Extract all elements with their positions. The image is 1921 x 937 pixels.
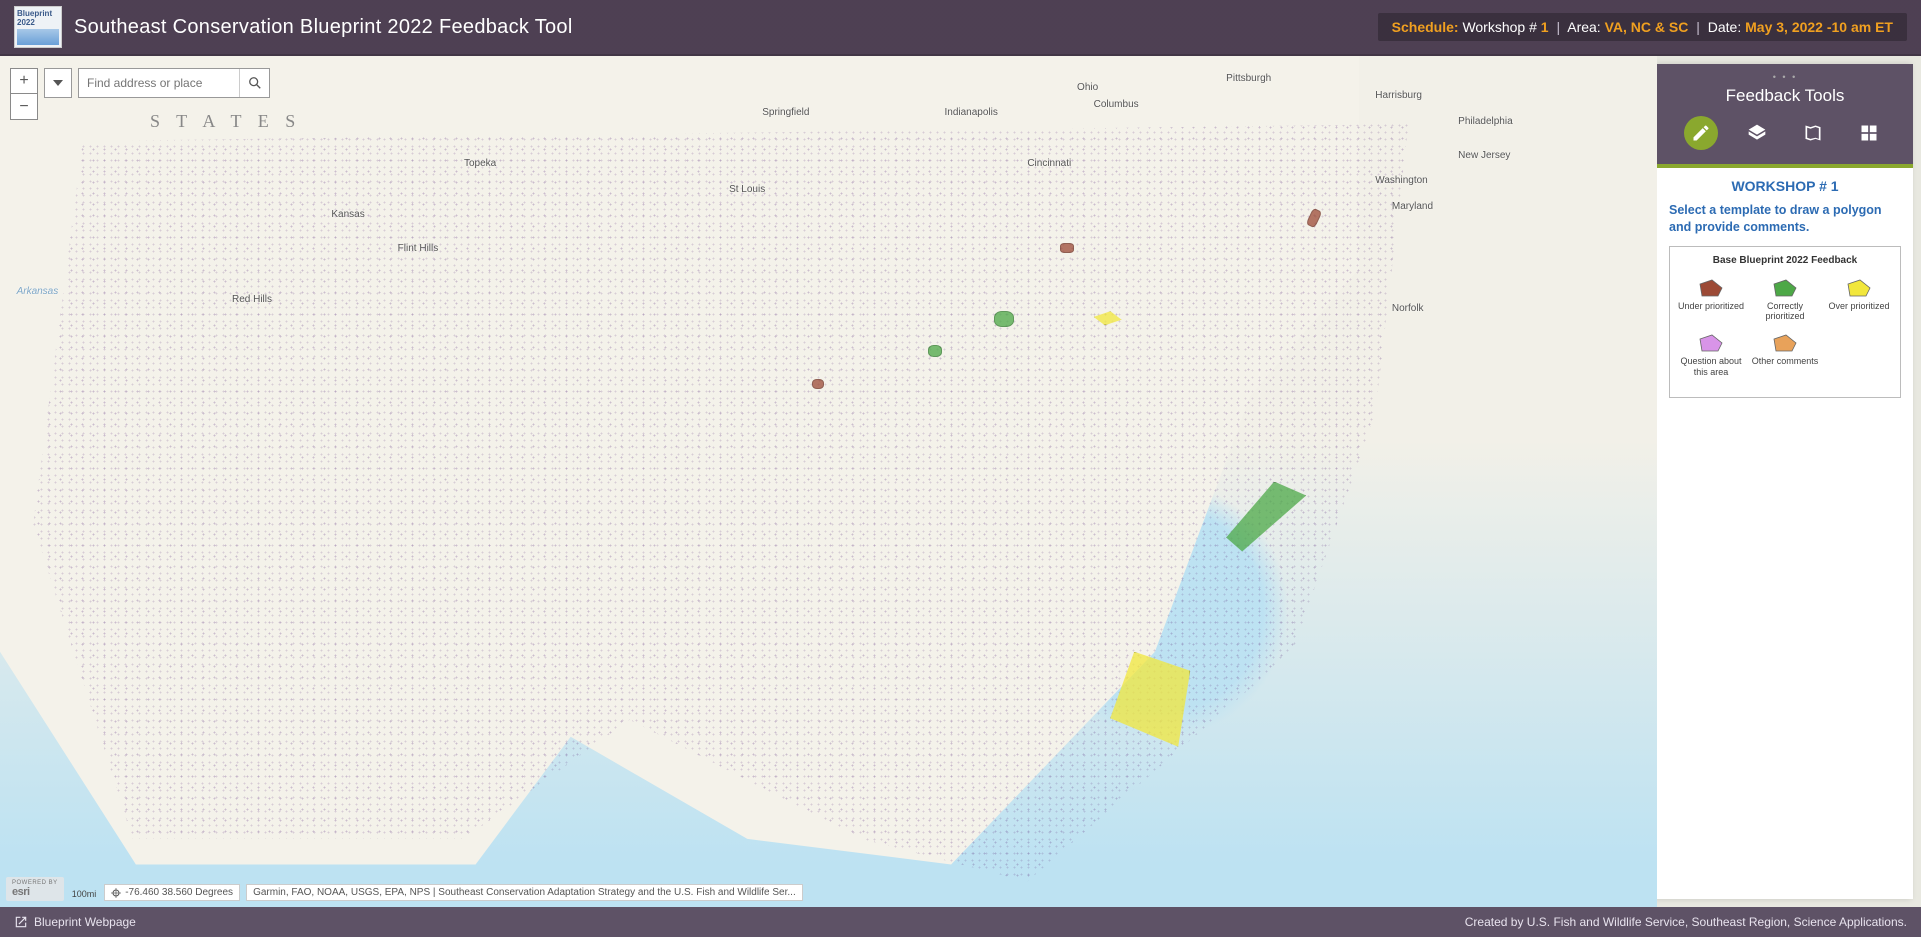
grid-tool-button[interactable] bbox=[1852, 116, 1886, 150]
template-label: Under prioritized bbox=[1678, 301, 1744, 311]
city-label: Columbus bbox=[1094, 99, 1139, 110]
date-label: Date: bbox=[1708, 19, 1741, 35]
map[interactable]: S T A T E S Springfield Indianapolis Ohi… bbox=[0, 56, 1657, 907]
city-label: Washington bbox=[1375, 175, 1427, 186]
panel-header: • • • Feedback Tools bbox=[1657, 64, 1913, 164]
logo-graphic bbox=[17, 29, 59, 45]
template-item[interactable]: Correctly prioritized bbox=[1748, 274, 1822, 330]
feedback-polygon-correctly-prioritized[interactable] bbox=[928, 345, 942, 357]
template-item[interactable]: Other comments bbox=[1748, 329, 1822, 385]
zoom-in-button[interactable]: + bbox=[10, 68, 38, 94]
search-button[interactable] bbox=[239, 69, 269, 97]
feedback-polygon-correctly-prioritized[interactable] bbox=[994, 311, 1014, 327]
city-label: Indianapolis bbox=[944, 107, 997, 118]
workshop-label: Workshop # bbox=[1462, 19, 1536, 35]
feedback-polygon-under-prioritized[interactable] bbox=[1060, 243, 1074, 253]
template-label: Over prioritized bbox=[1828, 301, 1889, 311]
scale-bar: 100mi bbox=[70, 887, 99, 901]
layers-tool-button[interactable] bbox=[1740, 116, 1774, 150]
footer-credit: Created by U.S. Fish and Wildlife Servic… bbox=[1465, 915, 1907, 929]
template-item[interactable]: Under prioritized bbox=[1674, 274, 1748, 330]
panel-body: WORKSHOP # 1 Select a template to draw a… bbox=[1657, 168, 1913, 899]
drag-handle-icon[interactable]: • • • bbox=[1663, 74, 1907, 80]
search-box bbox=[78, 68, 270, 98]
external-link-icon bbox=[14, 915, 28, 929]
search-input[interactable] bbox=[79, 69, 239, 97]
workshop-number: 1 bbox=[1541, 19, 1549, 35]
zoom-control: + − bbox=[10, 68, 38, 120]
feedback-polygon-under-prioritized[interactable] bbox=[812, 379, 824, 389]
city-label: Kansas bbox=[331, 209, 364, 220]
coordinate-text: -76.460 38.560 Degrees bbox=[125, 887, 233, 898]
polygon-icon bbox=[1846, 278, 1872, 298]
template-picker: Base Blueprint 2022 Feedback Under prior… bbox=[1669, 246, 1901, 398]
city-label: Philadelphia bbox=[1458, 116, 1513, 127]
esri-logo: POWERED BY esri bbox=[6, 877, 64, 901]
date-value: May 3, 2022 -10 am ET bbox=[1745, 19, 1893, 35]
template-label: Correctly prioritized bbox=[1751, 301, 1819, 322]
tool-row bbox=[1663, 116, 1907, 150]
template-grid: Under prioritized Correctly prioritized Ov… bbox=[1674, 274, 1896, 385]
polygon-icon bbox=[1772, 278, 1798, 298]
zoom-out-button[interactable]: − bbox=[10, 94, 38, 120]
map-icon bbox=[1803, 123, 1823, 143]
basemap-dropdown-button[interactable] bbox=[44, 68, 72, 98]
workshop-heading: WORKSHOP # 1 bbox=[1669, 178, 1901, 194]
blueprint-webpage-link[interactable]: Blueprint Webpage bbox=[14, 915, 136, 929]
separator: | bbox=[1556, 19, 1560, 35]
city-label: Flint Hills bbox=[398, 243, 439, 254]
layers-icon bbox=[1747, 123, 1767, 143]
city-label: Red Hills bbox=[232, 294, 272, 305]
city-label: Topeka bbox=[464, 158, 496, 169]
panel-instruction: Select a template to draw a polygon and … bbox=[1669, 202, 1901, 236]
template-label: Question about this area bbox=[1677, 356, 1745, 377]
main-area: S T A T E S Springfield Indianapolis Ohi… bbox=[0, 56, 1921, 907]
footer-link-label: Blueprint Webpage bbox=[34, 915, 136, 929]
area-value: VA, NC & SC bbox=[1605, 19, 1689, 35]
polygon-icon bbox=[1698, 333, 1724, 353]
map-controls: + − bbox=[10, 68, 270, 120]
chevron-down-icon bbox=[53, 80, 63, 86]
pencil-icon bbox=[1691, 123, 1711, 143]
target-icon bbox=[111, 888, 121, 898]
city-label: Springfield bbox=[762, 107, 809, 118]
esri-text: esri bbox=[12, 886, 30, 898]
city-label: Ohio bbox=[1077, 82, 1098, 93]
panel-title: Feedback Tools bbox=[1663, 86, 1907, 106]
city-label: Cincinnati bbox=[1027, 158, 1071, 169]
draw-tool-button[interactable] bbox=[1684, 116, 1718, 150]
polygon-icon bbox=[1772, 333, 1798, 353]
map-attribution-bar: POWERED BY esri 100mi -76.460 38.560 Deg… bbox=[6, 877, 803, 901]
city-label: New Jersey bbox=[1458, 150, 1510, 161]
polygon-icon bbox=[1698, 278, 1724, 298]
river-label: Arkansas bbox=[17, 286, 59, 297]
template-group-title: Base Blueprint 2022 Feedback bbox=[1674, 255, 1896, 266]
city-label: Norfolk bbox=[1392, 303, 1424, 314]
app-footer: Blueprint Webpage Created by U.S. Fish a… bbox=[0, 907, 1921, 937]
template-item[interactable]: Over prioritized bbox=[1822, 274, 1896, 330]
city-label: St Louis bbox=[729, 184, 765, 195]
city-label: Harrisburg bbox=[1375, 90, 1422, 101]
city-label: Maryland bbox=[1392, 201, 1433, 212]
grid-icon bbox=[1859, 123, 1879, 143]
app-logo: Blueprint 2022 bbox=[14, 6, 62, 48]
attribution-text: Garmin, FAO, NOAA, USGS, EPA, NPS | Sout… bbox=[246, 884, 803, 901]
app-header: Blueprint 2022 Southeast Conservation Bl… bbox=[0, 0, 1921, 56]
city-label: Pittsburgh bbox=[1226, 73, 1271, 84]
feedback-panel: • • • Feedback Tools WORKSHOP # 1 Sel bbox=[1657, 64, 1913, 899]
logo-text: Blueprint 2022 bbox=[17, 9, 59, 27]
schedule-label: Schedule: bbox=[1392, 19, 1459, 35]
schedule-bar: Schedule: Workshop # 1 | Area: VA, NC & … bbox=[1378, 13, 1907, 41]
search-icon bbox=[248, 76, 262, 90]
basemap-tool-button[interactable] bbox=[1796, 116, 1830, 150]
area-label: Area: bbox=[1567, 19, 1600, 35]
template-item[interactable]: Question about this area bbox=[1674, 329, 1748, 385]
coordinate-readout[interactable]: -76.460 38.560 Degrees bbox=[104, 884, 240, 901]
template-label: Other comments bbox=[1752, 356, 1819, 366]
separator: | bbox=[1696, 19, 1700, 35]
app-title: Southeast Conservation Blueprint 2022 Fe… bbox=[74, 16, 573, 39]
